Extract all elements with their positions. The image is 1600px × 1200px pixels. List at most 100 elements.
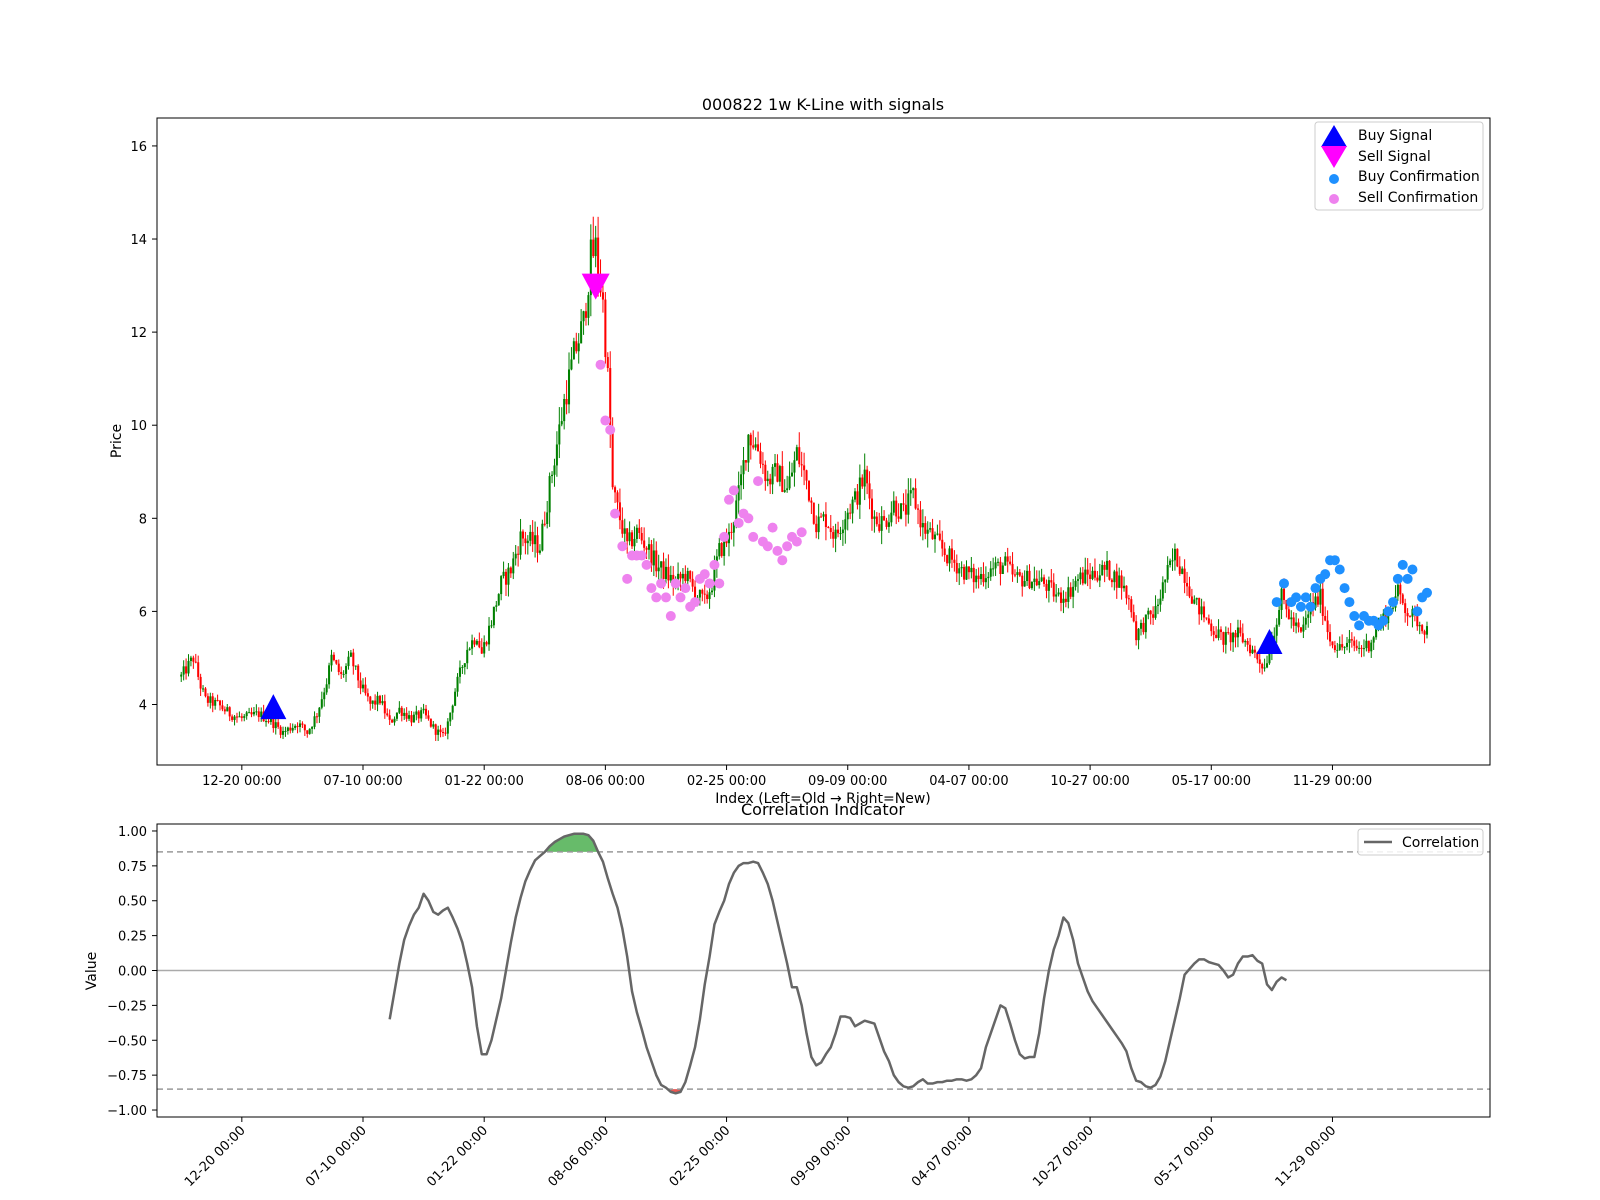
price-x-tick-label: 12-20 00:00: [202, 774, 281, 789]
correlation-y-tick-label: −0.75: [107, 1069, 147, 1084]
sell-confirmation-point: [777, 555, 788, 566]
candle-up: [580, 321, 583, 344]
buy-confirmation-point: [1320, 569, 1331, 580]
candle-up: [793, 460, 796, 473]
candle-up: [1118, 575, 1121, 588]
sell-confirmation-point: [651, 592, 662, 603]
candle-down: [1125, 585, 1128, 599]
candle-down: [315, 716, 318, 718]
candle-up: [345, 666, 348, 674]
buy-confirmation-point: [1388, 597, 1399, 608]
buy-confirmation-point: [1383, 606, 1394, 617]
correlation-x-tick-label: 04-07 00:00: [909, 1123, 976, 1190]
candle-up: [740, 474, 743, 486]
candle-down: [953, 559, 956, 563]
candle-up: [851, 499, 854, 514]
candle-down: [228, 707, 231, 717]
candle-down: [427, 715, 430, 719]
candle-up: [320, 699, 323, 708]
price-x-tick-label: 01-22 00:00: [445, 774, 524, 789]
candle-down: [1021, 575, 1024, 587]
buy-signal-marker: [260, 694, 287, 720]
candle-down: [645, 547, 648, 550]
candle-up: [771, 466, 774, 485]
candle-up: [546, 512, 549, 525]
candle-up: [1295, 622, 1298, 626]
candle-up: [900, 503, 903, 519]
candle-down: [878, 524, 881, 531]
candle-up: [180, 674, 183, 677]
candle-up: [1161, 582, 1164, 599]
candle-down: [1130, 599, 1133, 613]
candle-down: [759, 451, 762, 464]
candle-up: [669, 574, 672, 581]
sell-confirmation-point: [714, 578, 725, 589]
candle-up: [187, 660, 190, 674]
candle-down: [1110, 579, 1113, 583]
candle-up: [1251, 649, 1254, 654]
candle-down: [837, 529, 840, 534]
candle-down: [803, 465, 806, 471]
candle-down: [1190, 596, 1193, 604]
sell-confirmation-point: [600, 415, 611, 426]
candle-down: [1331, 641, 1334, 646]
candle-down: [691, 578, 694, 587]
candle-up: [342, 673, 345, 675]
candle-down: [1183, 568, 1186, 583]
candle-up: [507, 567, 510, 585]
candle-up: [1193, 599, 1196, 604]
candle-down: [1132, 612, 1135, 622]
candle-up: [846, 512, 849, 520]
legend-buy-signal-label: Buy Signal: [1358, 128, 1432, 144]
candle-up: [1030, 581, 1033, 589]
sell-confirmation-point: [723, 494, 734, 505]
candle-down: [1401, 594, 1404, 604]
candle-up: [471, 640, 474, 649]
correlation-y-tick-label: −0.50: [107, 1034, 147, 1049]
correlation-y-tick-label: −0.25: [107, 999, 147, 1014]
candle-up: [318, 707, 321, 717]
price-y-tick-label: 16: [130, 140, 147, 155]
candle-up: [907, 493, 910, 515]
candle-up: [633, 538, 636, 547]
candle-up: [308, 728, 311, 734]
candle-down: [1360, 647, 1363, 649]
candle-up: [1106, 560, 1109, 570]
candle-up: [783, 490, 786, 492]
candle-down: [192, 657, 195, 662]
candle-up: [376, 695, 379, 705]
candle-down: [473, 640, 476, 645]
candle-up: [873, 516, 876, 519]
candle-up: [887, 522, 890, 527]
correlation-y-axis-label: Value: [84, 952, 100, 990]
candle-up: [844, 519, 847, 530]
candle-down: [1367, 640, 1370, 652]
candle-up: [255, 711, 258, 713]
candle-up: [1372, 637, 1375, 643]
candle-down: [444, 732, 447, 734]
candle-down: [1188, 586, 1191, 597]
candle-up: [1302, 624, 1305, 632]
candle-down: [584, 311, 588, 318]
candle-up: [1079, 572, 1082, 580]
candle-down: [781, 466, 784, 492]
candle-up: [328, 665, 331, 685]
candle-down: [611, 432, 614, 488]
candle-up: [1278, 610, 1281, 625]
candle-up: [1033, 578, 1036, 582]
buy-confirmation-point: [1354, 620, 1365, 631]
buy-confirmation-point: [1412, 606, 1423, 617]
candle-down: [938, 533, 941, 540]
sell-confirmation-point: [743, 513, 754, 524]
candle-up: [1345, 642, 1349, 647]
correlation-x-tick-label: 12-20 00:00: [182, 1123, 249, 1190]
candle-up: [202, 688, 205, 690]
candle-down: [757, 444, 760, 452]
candle-down: [199, 676, 202, 689]
candle-up: [841, 529, 844, 534]
candle-up: [502, 571, 505, 577]
candle-up: [398, 707, 401, 713]
candle-up: [1173, 548, 1176, 561]
candle-down: [1297, 622, 1300, 628]
correlation-fills: [544, 833, 681, 1094]
